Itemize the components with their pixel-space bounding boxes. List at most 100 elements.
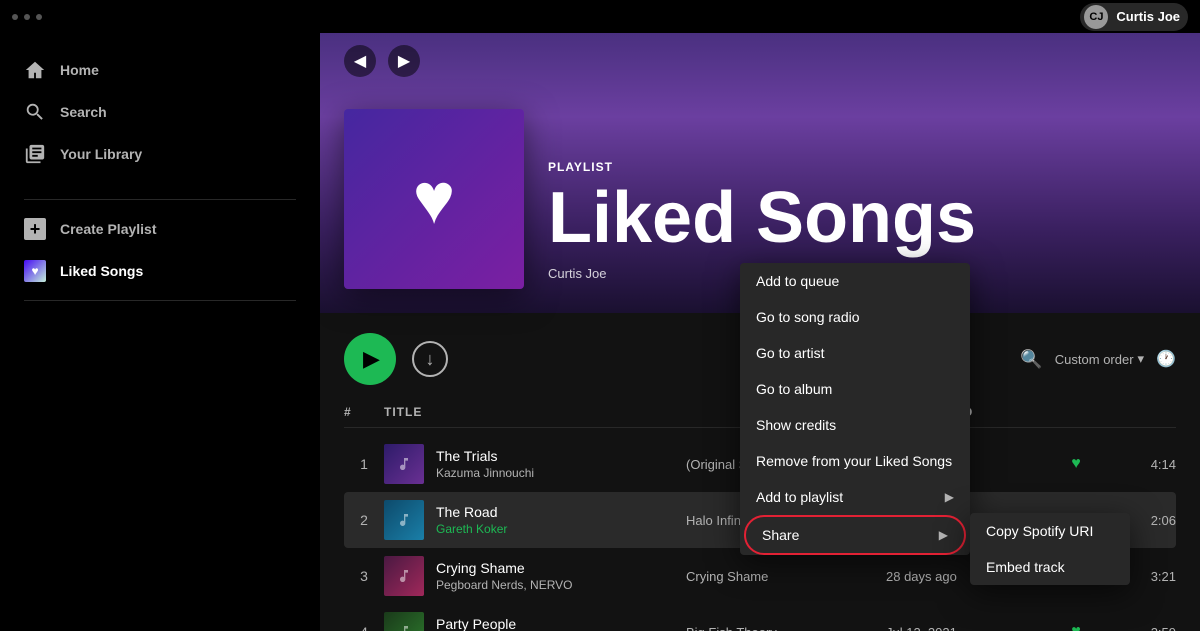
add-to-playlist-label: Add to playlist	[756, 489, 843, 505]
heart-icon: ♥	[413, 158, 456, 240]
controls-right: 🔍 Custom order ▾ 🕐	[1020, 349, 1176, 370]
share-submenu: Copy Spotify URI Embed track	[970, 513, 1130, 585]
sidebar-item-search[interactable]: Search	[0, 91, 320, 133]
content-area: ◀ ▶ ♥ PLAYLIST Liked Songs Curtis Joe ▶ …	[320, 33, 1200, 631]
track-artist: Kazuma Jinnouchi	[436, 466, 534, 480]
row-duration: 2:59	[1116, 625, 1176, 631]
go-to-artist-label: Go to artist	[756, 345, 824, 361]
track-info: The Trials Kazuma Jinnouchi	[436, 448, 534, 480]
sidebar-nav: Home Search Your Library	[0, 41, 320, 191]
context-share[interactable]: Share ▶	[744, 515, 966, 555]
row-like-icon: ♥	[1036, 623, 1116, 631]
sidebar-item-library[interactable]: Your Library	[0, 133, 320, 175]
main-layout: Home Search Your Library	[0, 33, 1200, 631]
copy-uri-label: Copy Spotify URI	[986, 523, 1093, 539]
row-number: 4	[344, 624, 384, 631]
row-track: Crying Shame Pegboard Nerds, NERVO	[384, 556, 686, 596]
sidebar-library-label: Your Library	[60, 146, 142, 162]
sidebar-divider	[24, 199, 296, 200]
sidebar-divider-2	[24, 300, 296, 301]
track-title: The Road	[436, 504, 507, 520]
play-icon: ▶	[363, 346, 380, 372]
context-share-wrapper: Share ▶ Copy Spotify URI Embed track	[740, 515, 970, 555]
download-icon: ↓	[426, 349, 435, 370]
col-num: #	[344, 405, 384, 419]
sidebar-search-label: Search	[60, 104, 107, 120]
col-like	[1036, 405, 1116, 419]
row-duration: 4:14	[1116, 457, 1176, 472]
table-row[interactable]: 4 Party People E Vince Staples Big Fish …	[344, 604, 1176, 631]
row-number: 2	[344, 512, 384, 528]
row-track: The Road Gareth Koker	[384, 500, 686, 540]
back-button[interactable]: ◀	[344, 45, 376, 77]
download-button[interactable]: ↓	[412, 341, 448, 377]
context-go-to-album[interactable]: Go to album	[740, 371, 970, 407]
playlist-art: ♥	[344, 109, 524, 289]
context-song-radio[interactable]: Go to song radio	[740, 299, 970, 335]
go-to-album-label: Go to album	[756, 381, 832, 397]
liked-songs-label: Liked Songs	[60, 263, 143, 279]
custom-order-label: Custom order	[1055, 352, 1134, 367]
row-album: Crying Shame	[686, 569, 886, 584]
playlist-title: Liked Songs	[548, 182, 976, 254]
avatar: CJ	[1084, 5, 1108, 29]
custom-order-select[interactable]: Custom order ▾	[1055, 351, 1144, 367]
track-title: Party People	[436, 616, 528, 631]
embed-track[interactable]: Embed track	[970, 549, 1130, 585]
add-icon: +	[24, 218, 46, 240]
chevron-down-icon: ▾	[1138, 351, 1145, 367]
clock-icon: 🕐	[1156, 349, 1176, 369]
context-go-to-artist[interactable]: Go to artist	[740, 335, 970, 371]
dot-3	[36, 14, 42, 20]
user-menu[interactable]: CJ Curtis Joe	[1080, 3, 1188, 31]
row-date: Jul 12, 2021	[886, 625, 1036, 631]
context-remove-liked[interactable]: Remove from your Liked Songs	[740, 443, 970, 479]
copy-spotify-uri[interactable]: Copy Spotify URI	[970, 513, 1130, 549]
search-icon	[24, 101, 46, 123]
row-like-icon: ♥	[1036, 455, 1116, 473]
sidebar-item-home[interactable]: Home	[0, 49, 320, 91]
create-playlist-label: Create Playlist	[60, 221, 157, 237]
play-button[interactable]: ▶	[344, 333, 396, 385]
playlist-type-label: PLAYLIST	[548, 160, 976, 174]
col-title: TITLE	[384, 405, 686, 419]
embed-track-label: Embed track	[986, 559, 1065, 575]
row-number: 1	[344, 456, 384, 472]
dot-2	[24, 14, 30, 20]
header-nav: ◀ ▶	[320, 33, 444, 89]
track-title: Crying Shame	[436, 560, 573, 576]
home-icon	[24, 59, 46, 81]
user-name: Curtis Joe	[1116, 9, 1180, 24]
show-credits-label: Show credits	[756, 417, 836, 433]
forward-button[interactable]: ▶	[388, 45, 420, 77]
context-menu[interactable]: Add to queue Go to song radio Go to arti…	[740, 263, 970, 555]
sidebar: Home Search Your Library	[0, 33, 320, 631]
sidebar-create-playlist[interactable]: + Create Playlist	[0, 208, 320, 250]
share-label: Share	[762, 527, 799, 543]
remove-liked-label: Remove from your Liked Songs	[756, 453, 952, 469]
track-info: The Road Gareth Koker	[436, 504, 507, 536]
library-icon	[24, 143, 46, 165]
context-add-to-playlist[interactable]: Add to playlist ▶	[740, 479, 970, 515]
sidebar-liked-songs[interactable]: ♥ Liked Songs	[0, 250, 320, 292]
track-thumbnail	[384, 612, 424, 631]
chevron-right-icon: ▶	[945, 490, 954, 504]
track-artist: Pegboard Nerds, NERVO	[436, 578, 573, 592]
track-thumbnail	[384, 444, 424, 484]
track-info: Crying Shame Pegboard Nerds, NERVO	[436, 560, 573, 592]
track-thumbnail	[384, 556, 424, 596]
track-artist: Gareth Koker	[436, 522, 507, 536]
share-chevron-icon: ▶	[939, 528, 948, 542]
track-thumbnail	[384, 500, 424, 540]
track-info: Party People E Vince Staples	[436, 616, 528, 631]
context-add-to-queue[interactable]: Add to queue	[740, 263, 970, 299]
context-show-credits[interactable]: Show credits	[740, 407, 970, 443]
table-search-icon[interactable]: 🔍	[1020, 349, 1042, 370]
top-bar: CJ Curtis Joe	[0, 0, 1200, 33]
track-title: The Trials	[436, 448, 534, 464]
song-radio-label: Go to song radio	[756, 309, 860, 325]
window-controls	[12, 14, 42, 20]
col-duration	[1116, 405, 1176, 419]
row-track: The Trials Kazuma Jinnouchi	[384, 444, 686, 484]
sidebar-home-label: Home	[60, 62, 99, 78]
